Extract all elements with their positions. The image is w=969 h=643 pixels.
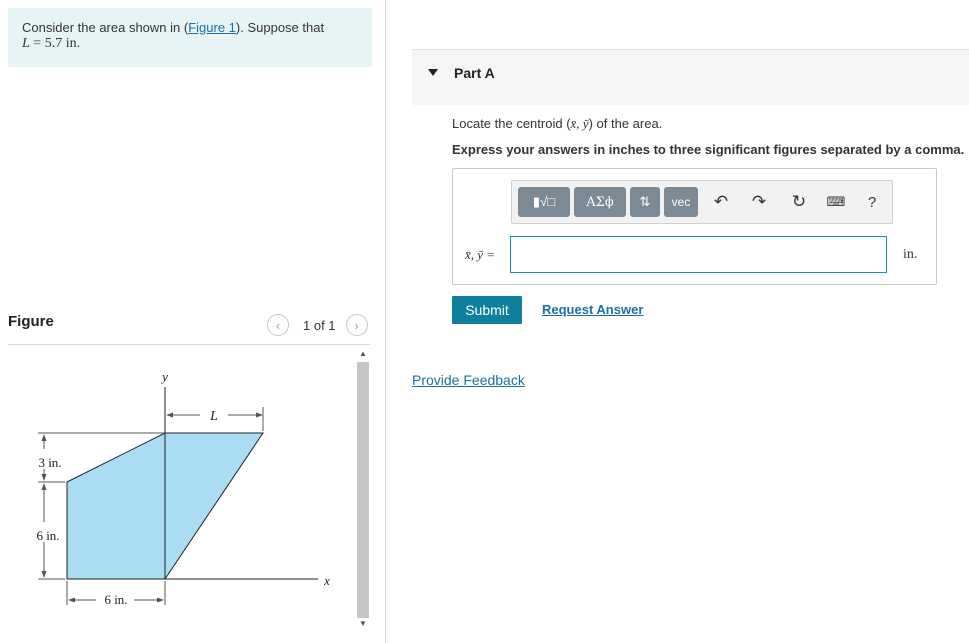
figure-link[interactable]: Figure 1	[188, 20, 236, 35]
prompt-text-before: Locate the centroid (	[452, 116, 571, 131]
column-divider	[385, 0, 386, 643]
provide-feedback-link[interactable]: Provide Feedback	[412, 372, 525, 388]
problem-statement: Consider the area shown in (Figure 1). S…	[8, 8, 372, 67]
prompt-vars: x̄, ȳ	[570, 116, 589, 131]
problem-line-1: Consider the area shown in (Figure 1). S…	[22, 20, 358, 35]
variable-L: L	[22, 36, 30, 51]
undo-icon[interactable]: ↶	[710, 191, 732, 213]
L-arrow-left	[166, 412, 173, 418]
dim-6in-h-arrow-right	[157, 597, 164, 603]
part-title: Part A	[454, 65, 495, 81]
subscript-superscript-button[interactable]: ⇅	[630, 187, 660, 217]
dim-3in-label: 3 in.	[38, 455, 61, 470]
answer-input[interactable]	[510, 236, 887, 273]
dim-6in-v-label: 6 in.	[36, 528, 59, 543]
caret-down-icon[interactable]	[428, 69, 438, 76]
chevron-left-icon[interactable]: ‹	[267, 314, 289, 336]
prompt-text-after: ) of the area.	[588, 116, 663, 131]
answer-panel: ▮√□ ΑΣϕ ⇅ vec ↶ ↷ ↻ ⌨ ? x̄, ȳ = in.	[452, 168, 937, 285]
problem-line-2: L = 5.7 in.	[22, 35, 358, 51]
scroll-up-arrow-icon[interactable]: ▲	[356, 348, 370, 360]
chevron-right-icon[interactable]: ›	[345, 314, 368, 336]
answer-instruction: Express your answers in inches to three …	[452, 142, 965, 157]
scroll-down-arrow-icon[interactable]: ▼	[356, 618, 370, 630]
redo-icon[interactable]: ↷	[748, 191, 770, 213]
math-toolbar: ▮√□ ΑΣϕ ⇅ vec ↶ ↷ ↻ ⌨ ?	[511, 180, 893, 224]
greek-symbols-button[interactable]: ΑΣϕ	[574, 187, 626, 217]
x-axis-label: x	[323, 573, 330, 588]
reset-icon[interactable]: ↻	[788, 191, 810, 213]
help-button[interactable]: ?	[861, 191, 883, 213]
template-button[interactable]: ▮√□	[518, 187, 570, 217]
figure-diagram: y x L 3 in. 6 in. 6 in.	[36, 369, 330, 607]
L-arrow-right	[256, 412, 263, 418]
equation-label: x̄, ȳ =	[465, 247, 496, 262]
variable-value: = 5.7 in.	[29, 36, 81, 51]
left-panel: Consider the area shown in (Figure 1). S…	[0, 0, 385, 643]
submit-button[interactable]: Submit	[452, 296, 522, 324]
part-header[interactable]: Part A	[412, 49, 969, 105]
y-axis-label: y	[160, 369, 168, 384]
problem-text-after: ). Suppose that	[235, 20, 325, 35]
problem-text: Consider the area shown in (	[22, 20, 189, 35]
question-prompt: Locate the centroid (x̄, ȳ) of the area…	[452, 116, 662, 132]
pager-text: 1 of 1	[303, 317, 336, 333]
dim-3in-arrow-top	[41, 434, 47, 441]
scroll-thumb[interactable]	[357, 362, 369, 618]
figure-scrollbar[interactable]: ▲ ▼	[356, 348, 370, 632]
figure-title: Figure	[8, 313, 54, 330]
dim-6in-v-arrow-top	[41, 483, 47, 490]
dim-6in-v-arrow-bottom	[41, 571, 47, 578]
vector-button[interactable]: vec	[664, 187, 698, 217]
keyboard-icon[interactable]: ⌨	[825, 191, 847, 213]
dim-6in-h-arrow-left	[68, 597, 75, 603]
unit-label: in.	[903, 247, 918, 262]
figure-pager: ‹ 1 of 1 ›	[267, 314, 368, 336]
dim-6in-h-label: 6 in.	[104, 592, 127, 607]
L-label: L	[209, 409, 218, 424]
dim-3in-arrow-bottom	[41, 474, 47, 481]
request-answer-link[interactable]: Request Answer	[542, 302, 643, 317]
